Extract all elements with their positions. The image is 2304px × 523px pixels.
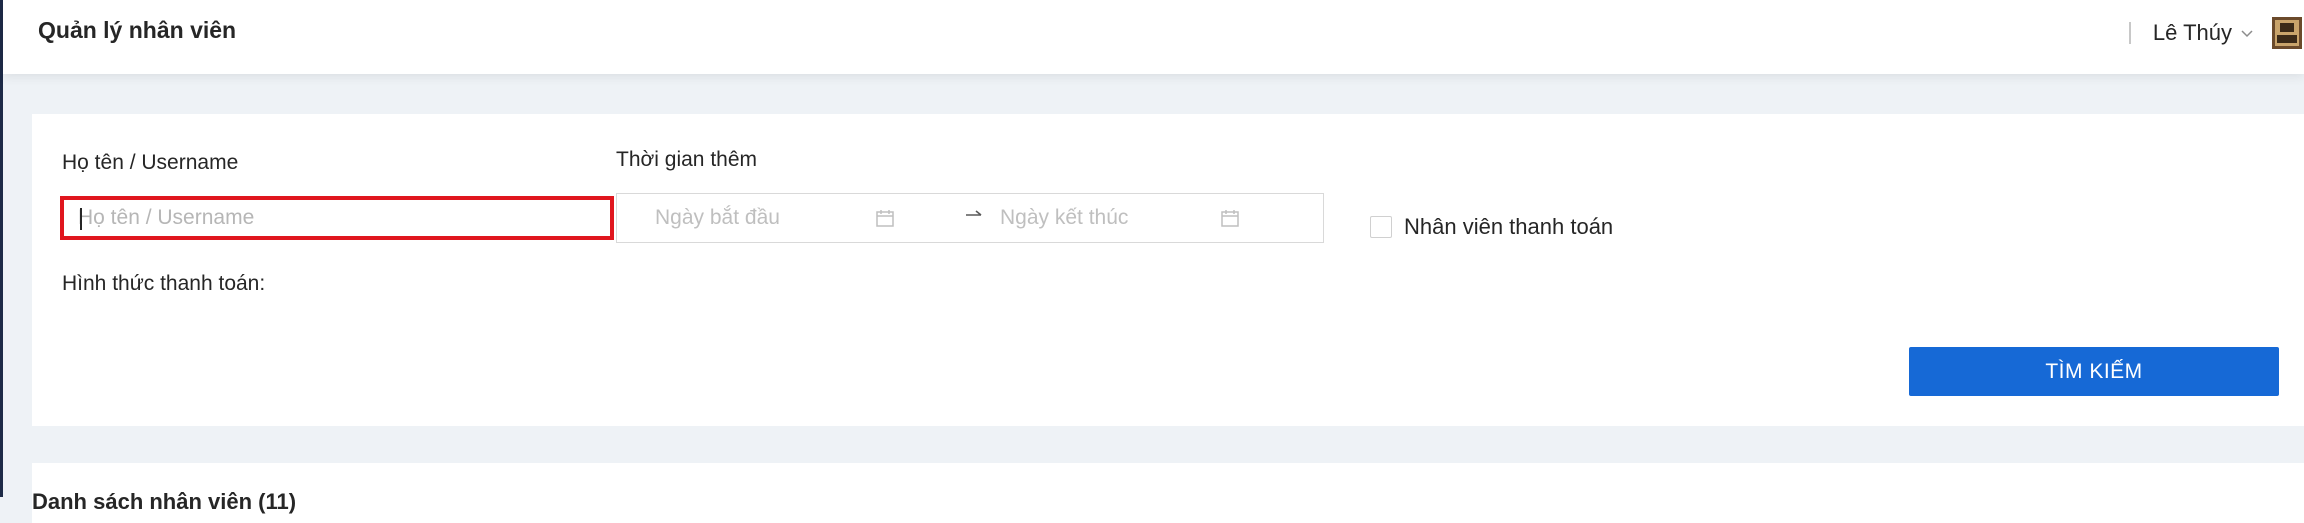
search-button[interactable]: TÌM KIẾM bbox=[1909, 347, 2279, 396]
page-title: Quản lý nhân viên bbox=[38, 17, 237, 43]
user-name[interactable]: Lê Thúy bbox=[2153, 20, 2232, 46]
text-caret bbox=[80, 208, 82, 230]
avatar[interactable] bbox=[2272, 17, 2302, 49]
name-input-wrapper bbox=[60, 196, 614, 240]
payment-staff-checkbox-row[interactable]: Nhân viên thanh toán bbox=[1370, 214, 1613, 240]
payment-staff-checkbox[interactable] bbox=[1370, 216, 1392, 238]
filter-panel: Họ tên / Username Thời gian thêm Ngày bắ… bbox=[32, 114, 2304, 426]
name-label: Họ tên / Username bbox=[62, 151, 239, 174]
payment-method-label: Hình thức thanh toán: bbox=[62, 272, 266, 295]
calendar-icon bbox=[875, 208, 895, 228]
top-header: Quản lý nhân viên Lê Thúy bbox=[3, 0, 2304, 74]
chevron-down-icon[interactable] bbox=[2240, 26, 2254, 40]
results-title: Danh sách nhân viên (11) bbox=[32, 489, 297, 514]
user-menu[interactable]: Lê Thúy bbox=[2128, 0, 2304, 66]
header-divider bbox=[2128, 22, 2131, 44]
end-date-input[interactable]: Ngày kết thúc bbox=[1000, 206, 1128, 230]
date-label: Thời gian thêm bbox=[616, 148, 758, 171]
arrow-right-icon bbox=[963, 204, 985, 226]
calendar-icon bbox=[1220, 208, 1240, 228]
name-search-input[interactable] bbox=[64, 200, 610, 236]
results-panel: Danh sách nhân viên (11) bbox=[32, 463, 2304, 523]
payment-staff-label[interactable]: Nhân viên thanh toán bbox=[1404, 214, 1613, 240]
start-date-input[interactable]: Ngày bắt đầu bbox=[655, 206, 780, 230]
left-edge-rule bbox=[0, 0, 3, 497]
date-range-picker[interactable]: Ngày bắt đầu Ngày kết thúc bbox=[616, 193, 1324, 243]
